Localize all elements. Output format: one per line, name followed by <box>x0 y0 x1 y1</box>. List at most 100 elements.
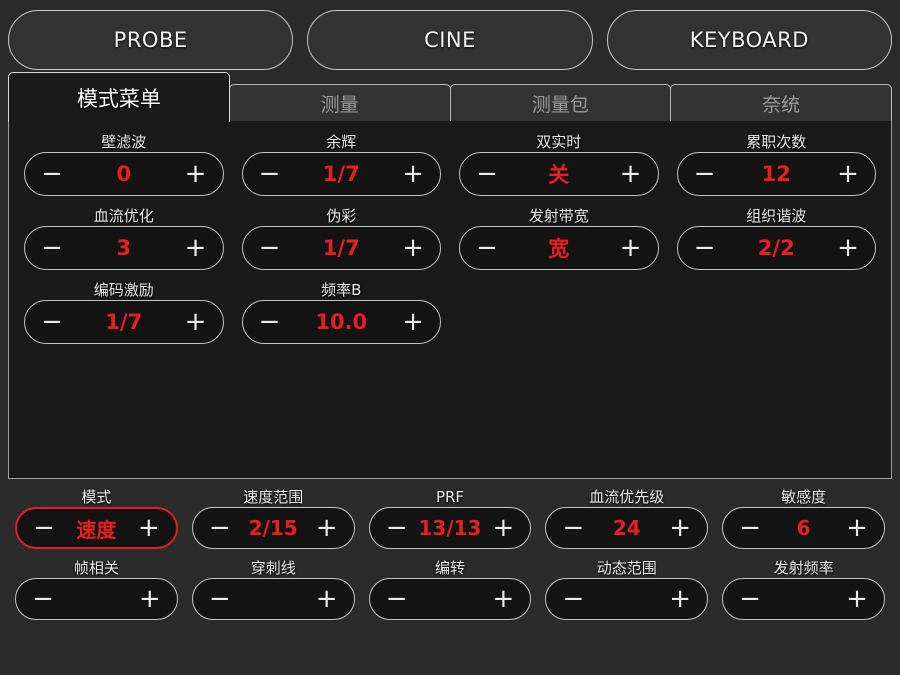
plus-icon[interactable]: + <box>138 515 160 541</box>
probe-button[interactable]: PROBE <box>8 10 294 70</box>
minus-icon[interactable]: − <box>562 515 584 541</box>
plus-icon[interactable]: + <box>620 235 642 261</box>
stepper[interactable]: − + <box>722 578 885 620</box>
stepper[interactable]: − 宽 + <box>459 226 659 270</box>
stepper[interactable]: − 1/7 + <box>24 300 224 344</box>
control-label: 壁滤波 <box>101 133 147 151</box>
stepper[interactable]: − 1/7 + <box>241 152 441 196</box>
minus-icon[interactable]: − <box>739 586 761 612</box>
control-frame-correlation: 帧相关 − + <box>8 555 185 626</box>
plus-icon[interactable]: + <box>837 235 859 261</box>
stepper[interactable]: − 1/7 + <box>241 226 441 270</box>
plus-icon[interactable]: + <box>185 161 207 187</box>
plus-icon[interactable]: + <box>837 161 859 187</box>
control-label: 发射频率 <box>773 559 834 577</box>
control-label: 穿刺线 <box>250 559 296 577</box>
stepper[interactable]: − + <box>368 578 532 620</box>
plus-icon[interactable]: + <box>185 235 207 261</box>
minus-icon[interactable]: − <box>562 586 584 612</box>
tab-mode-menu[interactable]: 模式菜单 <box>8 72 230 122</box>
control-puncture-line: 穿刺线 − + <box>185 555 362 626</box>
control-label: 血流优先级 <box>589 488 665 506</box>
control-value: 1/7 <box>322 162 360 186</box>
plus-icon[interactable]: + <box>846 515 868 541</box>
control-flow-priority: 血流优先级 − 24 + <box>538 484 715 555</box>
stepper[interactable]: − 6 + <box>722 507 885 549</box>
control-label: PRF <box>435 488 465 506</box>
control-transmit-frequency: 发射频率 − + <box>715 555 892 626</box>
minus-icon[interactable]: − <box>386 586 408 612</box>
stepper[interactable]: − 速度 + <box>15 507 178 549</box>
plus-icon[interactable]: + <box>492 586 514 612</box>
plus-icon[interactable]: + <box>402 161 424 187</box>
minus-icon[interactable]: − <box>739 515 761 541</box>
control-label: 敏感度 <box>781 488 827 506</box>
control-dual-realtime: 双实时 − 关 + <box>450 129 668 203</box>
stepper[interactable]: − 12 + <box>676 152 876 196</box>
control-label: 频率B <box>321 281 362 299</box>
control-value: 1/7 <box>322 236 360 260</box>
control-mode: 模式 − 速度 + <box>8 484 185 555</box>
plus-icon[interactable]: + <box>139 586 161 612</box>
cine-button[interactable]: CINE <box>307 10 593 70</box>
minus-icon[interactable]: − <box>32 586 54 612</box>
minus-icon[interactable]: − <box>694 235 716 261</box>
control-value: 速度 <box>76 517 117 542</box>
plus-icon[interactable]: + <box>316 515 338 541</box>
stepper[interactable]: − 2/15 + <box>191 507 355 549</box>
minus-icon[interactable]: − <box>41 235 63 261</box>
minus-icon[interactable]: − <box>41 309 63 335</box>
plus-icon[interactable]: + <box>620 161 642 187</box>
panel-control-grid: 壁滤波 − 0 + 余辉 − 1/7 + 双实时 − 关 + 累职次数 − 12… <box>15 129 885 351</box>
control-label: 模式 <box>81 488 112 506</box>
stepper[interactable]: − 0 + <box>24 152 224 196</box>
control-tissue-harmonic: 组织谐波 − 2/2 + <box>668 203 886 277</box>
control-label: 累职次数 <box>746 133 807 151</box>
control-label: 编转 <box>434 559 465 577</box>
stepper[interactable]: − 13/13 + <box>368 507 532 549</box>
plus-icon[interactable]: + <box>846 586 868 612</box>
minus-icon[interactable]: − <box>259 161 281 187</box>
control-value: 3 <box>116 236 132 260</box>
tab-measure-package[interactable]: 测量包 <box>449 84 672 122</box>
control-accumulation-count: 累职次数 − 12 + <box>668 129 886 203</box>
keyboard-button[interactable]: KEYBOARD <box>606 10 892 70</box>
stepper[interactable]: − 24 + <box>545 507 709 549</box>
stepper[interactable]: − 关 + <box>459 152 659 196</box>
control-value: 1/7 <box>105 310 143 334</box>
control-label: 余辉 <box>326 133 357 151</box>
stepper[interactable]: − 10.0 + <box>241 300 441 344</box>
control-value: 关 <box>548 163 570 187</box>
plus-icon[interactable]: + <box>316 586 338 612</box>
plus-icon[interactable]: + <box>402 309 424 335</box>
tab-measure[interactable]: 测量 <box>228 84 451 122</box>
plus-icon[interactable]: + <box>492 515 514 541</box>
minus-icon[interactable]: − <box>259 235 281 261</box>
minus-icon[interactable]: − <box>209 586 231 612</box>
control-wall-filter: 壁滤波 − 0 + <box>15 129 233 203</box>
plus-icon[interactable]: + <box>402 235 424 261</box>
plus-icon[interactable]: + <box>669 586 691 612</box>
ultrasound-control-panel: PROBE CINE KEYBOARD 模式菜单 测量 测量包 奈统 壁滤波 −… <box>0 0 900 675</box>
stepper[interactable]: − + <box>191 578 355 620</box>
stepper[interactable]: − + <box>545 578 709 620</box>
minus-icon[interactable]: − <box>386 515 408 541</box>
plus-icon[interactable]: + <box>185 309 207 335</box>
tab-system[interactable]: 奈统 <box>670 84 892 122</box>
minus-icon[interactable]: − <box>259 309 281 335</box>
minus-icon[interactable]: − <box>33 515 55 541</box>
stepper[interactable]: − 3 + <box>24 226 224 270</box>
minus-icon[interactable]: − <box>694 161 716 187</box>
minus-icon[interactable]: − <box>41 161 63 187</box>
bottom-control-area: 模式 − 速度 + 速度范围 − 2/15 + PRF − 13/13 + 血流… <box>0 480 900 626</box>
plus-icon[interactable]: + <box>669 515 691 541</box>
control-label: 动态范围 <box>596 559 657 577</box>
minus-icon[interactable]: − <box>476 235 498 261</box>
control-velocity-range: 速度范围 − 2/15 + <box>185 484 362 555</box>
stepper[interactable]: − 2/2 + <box>676 226 876 270</box>
minus-icon[interactable]: − <box>476 161 498 187</box>
minus-icon[interactable]: − <box>209 515 231 541</box>
control-value: 2/2 <box>757 236 795 260</box>
stepper[interactable]: − + <box>15 578 178 620</box>
control-dynamic-range: 动态范围 − + <box>538 555 715 626</box>
